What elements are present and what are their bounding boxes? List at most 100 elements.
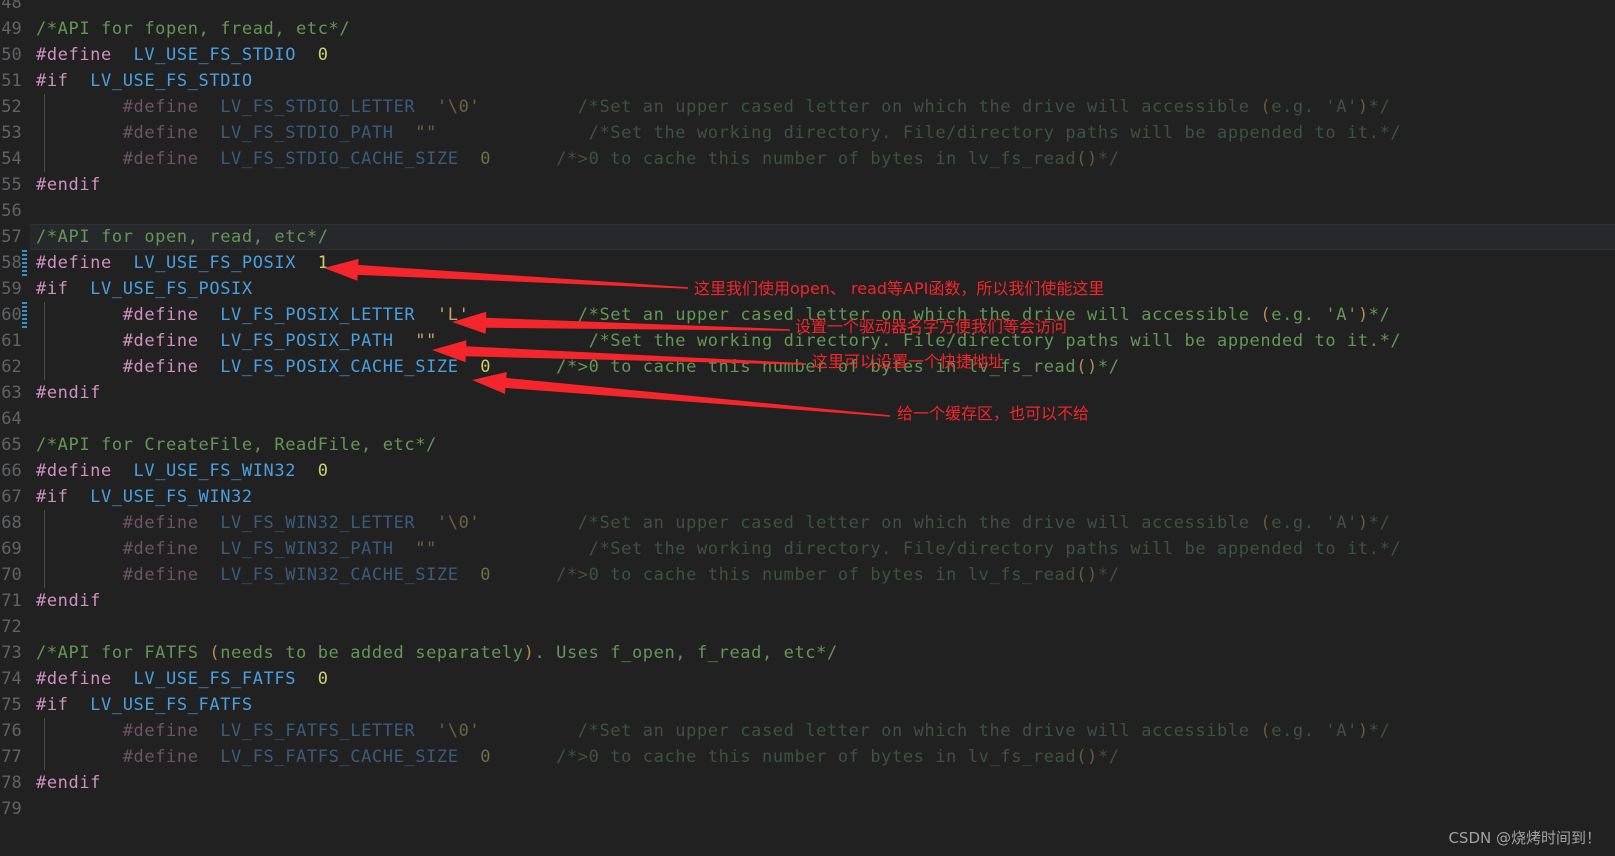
code-token: LV_USE_FS_STDIO: [90, 71, 253, 91]
code-line[interactable]: #define LV_FS_STDIO_LETTER '\0' /*Set an…: [36, 94, 1390, 120]
code-line[interactable]: /*API for CreateFile, ReadFile, etc*/: [36, 432, 437, 458]
code-line[interactable]: #define LV_FS_FATFS_CACHE_SIZE 0 /*>0 to…: [36, 744, 1120, 770]
code-token: 0: [317, 669, 329, 689]
code-token: #endif: [36, 383, 102, 403]
code-token: #define: [36, 669, 112, 689]
code-token: #define: [122, 97, 199, 117]
code-token: LV_USE_FS_FATFS: [90, 695, 253, 715]
code-token: LV_FS_FATFS_CACHE_SIZE: [220, 747, 459, 767]
code-token: LV_FS_WIN32_CACHE_SIZE: [220, 565, 459, 585]
code-token: #define: [122, 565, 199, 585]
line-number: 274: [0, 669, 22, 689]
code-line[interactable]: /*API for FATFS (needs to be added separ…: [36, 640, 838, 666]
code-line[interactable]: #if LV_USE_FS_WIN32: [36, 484, 253, 510]
code-line[interactable]: #define LV_FS_STDIO_CACHE_SIZE 0 /*>0 to…: [36, 146, 1120, 172]
code-line[interactable]: #define LV_USE_FS_WIN32 0: [36, 458, 329, 484]
code-token: 0: [317, 45, 329, 65]
code-line[interactable]: #if LV_USE_FS_POSIX: [36, 276, 253, 302]
code-token: #define: [122, 123, 199, 143]
code-line[interactable]: /*API for fopen, fread, etc*/: [36, 16, 350, 42]
code-line[interactable]: /*API for open, read, etc*/: [36, 224, 329, 250]
code-token: /*API for FATFS: [36, 643, 210, 663]
line-number: 251: [0, 71, 22, 91]
line-number: 249: [0, 19, 22, 39]
code-line[interactable]: #define LV_FS_WIN32_LETTER '\0' /*Set an…: [36, 510, 1390, 536]
code-token: 0: [480, 149, 492, 169]
code-token: '\0': [436, 513, 481, 533]
code-line[interactable]: #endif: [36, 588, 101, 614]
code-token: ): [1357, 97, 1369, 117]
code-line[interactable]: #define LV_FS_FATFS_LETTER '\0' /*Set an…: [36, 718, 1390, 744]
code-line[interactable]: #define LV_USE_FS_STDIO 0: [36, 42, 329, 68]
code-token: 'L': [436, 305, 470, 325]
line-number: 276: [0, 721, 22, 741]
code-line[interactable]: #define LV_USE_FS_POSIX 1: [36, 250, 329, 276]
line-number: 262: [0, 357, 22, 377]
line-number: 272: [0, 617, 22, 637]
line-number: 258: [0, 253, 22, 273]
code-token: (: [1260, 721, 1272, 741]
code-token: 0: [317, 461, 329, 481]
line-number: 257: [0, 227, 22, 247]
line-number: 266: [0, 461, 22, 481]
code-line[interactable]: #define LV_FS_POSIX_PATH "" /*Set the wo…: [36, 328, 1401, 354]
code-viewport[interactable]: /*API for fopen, fread, etc*/ #define LV_…: [0, 0, 1615, 856]
code-token: #define: [122, 513, 199, 533]
code-token: /*>0 to cache this number of bytes in lv…: [556, 149, 1077, 169]
code-token: LV_USE_FS_STDIO: [133, 45, 297, 65]
code-token: LV_FS_WIN32_PATH: [220, 539, 394, 559]
change-marker[interactable]: [22, 250, 27, 276]
code-line[interactable]: #endif: [36, 770, 101, 796]
line-number-gutter[interactable]: 248 249 250 251 252 253 254 255 256 257 258 259 260 2…: [0, 0, 30, 856]
code-line[interactable]: #endif: [36, 380, 101, 406]
code-token: LV_FS_POSIX_PATH: [220, 331, 394, 351]
code-line[interactable]: #define LV_FS_WIN32_CACHE_SIZE 0 /*>0 to…: [36, 562, 1120, 588]
change-marker[interactable]: [22, 302, 27, 328]
code-token: */: [1368, 721, 1391, 741]
line-number: 264: [0, 409, 22, 429]
code-line[interactable]: #define LV_FS_STDIO_PATH "" /*Set the wo…: [36, 120, 1401, 146]
code-token: (): [1076, 565, 1098, 585]
code-token: ): [1357, 721, 1369, 741]
code-token: #define: [122, 331, 199, 351]
code-token: LV_USE_FS_WIN32: [90, 487, 253, 507]
code-line[interactable]: #endif: [36, 172, 101, 198]
code-line[interactable]: #if LV_USE_FS_STDIO: [36, 68, 253, 94]
line-number: 279: [0, 799, 22, 819]
code-token: ): [1357, 305, 1369, 325]
ann-shortcut-path: 这里可以设置一个快捷地址: [812, 352, 1005, 371]
code-line[interactable]: #define LV_USE_FS_FATFS 0: [36, 666, 329, 692]
code-line[interactable]: #if LV_USE_FS_FATFS: [36, 692, 253, 718]
code-token: LV_FS_POSIX_LETTER: [220, 305, 416, 325]
code-token: LV_FS_FATFS_LETTER: [220, 721, 416, 741]
code-line[interactable]: #define LV_FS_WIN32_PATH "" /*Set the wo…: [36, 536, 1401, 562]
code-line[interactable]: #define LV_FS_POSIX_LETTER 'L' /*Set an …: [36, 302, 1390, 328]
code-token: /*>0 to cache this number of bytes in lv…: [556, 747, 1077, 767]
line-number: 275: [0, 695, 22, 715]
